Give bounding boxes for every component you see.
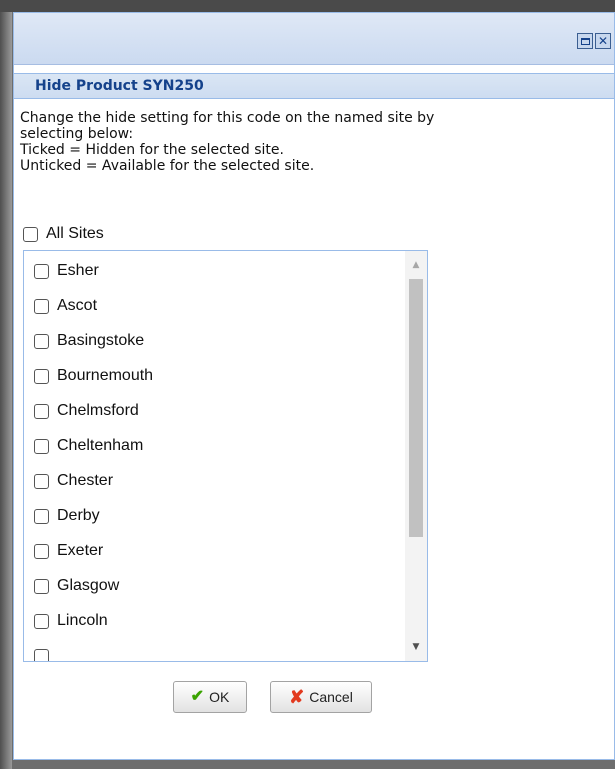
site-item[interactable]: Basingstoke xyxy=(34,329,144,353)
site-label: Cheltenham xyxy=(57,437,144,454)
site-checkbox[interactable] xyxy=(34,508,49,524)
cancel-button[interactable]: ✘ Cancel xyxy=(270,681,372,713)
site-label: Esher xyxy=(57,262,99,279)
scrollbar-thumb[interactable] xyxy=(409,279,423,537)
site-label: Exeter xyxy=(57,542,104,559)
site-checkbox[interactable] xyxy=(34,438,49,454)
scroll-up-icon[interactable]: ▲ xyxy=(405,255,427,275)
site-checkbox[interactable] xyxy=(34,473,49,489)
site-label: Ascot xyxy=(57,297,98,314)
site-label: Basingstoke xyxy=(57,332,145,349)
panel-title: Hide Product SYN250 xyxy=(35,78,204,94)
site-item[interactable]: Bournemouth xyxy=(34,364,153,388)
site-item[interactable]: Lincoln xyxy=(34,609,108,633)
all-sites-option[interactable]: All Sites xyxy=(23,225,104,243)
ok-button-label: OK xyxy=(209,689,230,705)
instruction-line: selecting below: xyxy=(20,126,134,142)
maximize-icon[interactable] xyxy=(577,33,593,49)
site-label: Bournemouth xyxy=(57,367,154,384)
site-item[interactable]: Derby xyxy=(34,504,100,528)
site-item[interactable]: Glasgow xyxy=(34,574,119,598)
background-left xyxy=(0,0,12,769)
site-item[interactable]: Chester xyxy=(34,469,113,493)
site-list[interactable]: Esher Ascot Basingstoke Bournemouth Chel… xyxy=(23,250,428,662)
all-sites-checkbox[interactable] xyxy=(23,226,38,242)
site-item-partial[interactable] xyxy=(34,644,49,661)
cross-icon: ✘ xyxy=(289,687,305,707)
check-icon: ✔ xyxy=(190,688,205,705)
site-item[interactable]: Ascot xyxy=(34,294,97,318)
site-checkbox[interactable] xyxy=(34,578,49,594)
instructions-text: Change the hide setting for this code on… xyxy=(20,110,580,174)
scroll-down-icon[interactable]: ▼ xyxy=(405,637,427,657)
site-label: Derby xyxy=(57,507,100,524)
site-checkbox[interactable] xyxy=(34,543,49,559)
cancel-button-label: Cancel xyxy=(309,689,353,705)
instruction-line: Unticked = Available for the selected si… xyxy=(20,158,315,174)
instruction-line: Ticked = Hidden for the selected site. xyxy=(20,142,284,158)
panel-header: Hide Product SYN250 xyxy=(14,73,614,99)
site-checkbox[interactable] xyxy=(34,403,49,419)
instruction-line: Change the hide setting for this code on… xyxy=(20,110,435,126)
site-label: Glasgow xyxy=(57,577,120,594)
site-checkbox[interactable] xyxy=(34,333,49,349)
window-tools: ✕ xyxy=(577,33,611,49)
site-checkbox[interactable] xyxy=(34,613,49,629)
dialog-title-bar[interactable]: ✕ xyxy=(14,13,614,65)
site-item[interactable]: Esher xyxy=(34,259,99,283)
background-top xyxy=(0,0,615,12)
all-sites-label: All Sites xyxy=(46,225,104,242)
site-item[interactable]: Chelmsford xyxy=(34,399,139,423)
close-icon[interactable]: ✕ xyxy=(595,33,611,49)
site-item[interactable]: Exeter xyxy=(34,539,103,563)
site-checkbox[interactable] xyxy=(34,368,49,384)
site-checkbox[interactable] xyxy=(34,298,49,314)
site-label: Lincoln xyxy=(57,612,108,629)
site-checkbox[interactable] xyxy=(34,648,49,661)
ok-button[interactable]: ✔ OK xyxy=(173,681,247,713)
site-label: Chelmsford xyxy=(57,402,139,419)
site-item[interactable]: Cheltenham xyxy=(34,434,143,458)
site-checkbox[interactable] xyxy=(34,263,49,279)
site-label: Chester xyxy=(57,472,114,489)
site-list-scrollbar[interactable]: ▲ ▼ xyxy=(405,251,427,661)
